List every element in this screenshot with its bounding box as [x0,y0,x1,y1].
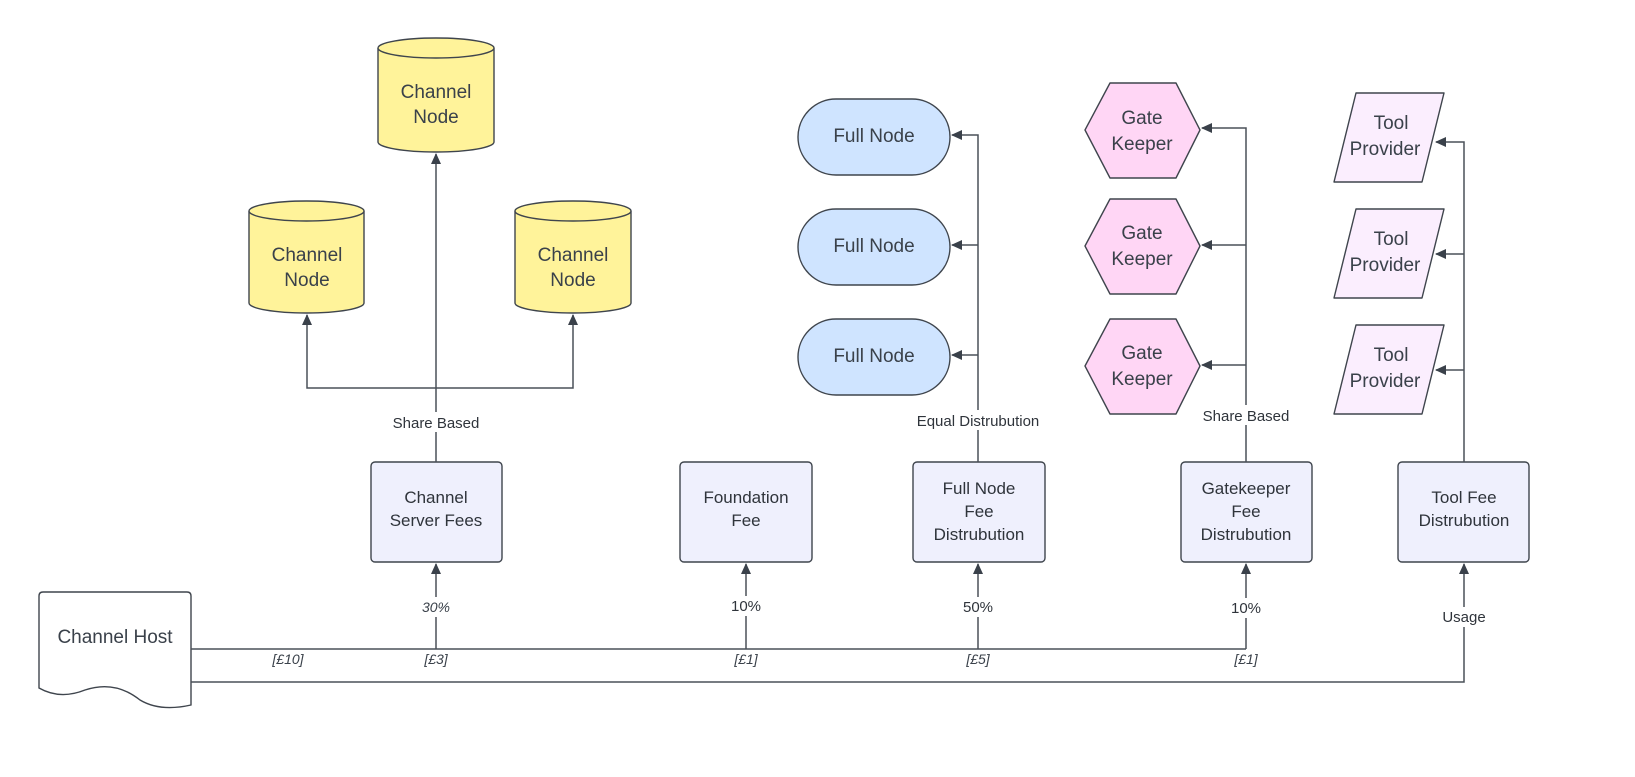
share-based-label: Share Based [1203,408,1290,425]
node-label: Gate [1121,343,1162,364]
box-label: Server Fees [390,511,483,530]
amount-label: [£5] [965,651,990,667]
node-label: Channel Host [57,627,173,648]
foundation-fee-box[interactable]: Foundation Fee [679,461,813,563]
node-label: Full Node [833,236,914,257]
box-label: Full Node [943,479,1016,498]
box-label: Gatekeeper [1202,479,1291,498]
box-label: Fee [1231,502,1260,521]
gate-keeper-2[interactable]: Gate Keeper [1084,198,1201,295]
node-label: Keeper [1111,134,1173,155]
box-label: Fee [964,502,993,521]
amount-label: [£10] [271,651,304,667]
box-label: Fee [731,511,760,530]
percentage-label: 10% [731,598,761,615]
tool-provider-2[interactable]: Tool Provider [1333,208,1445,299]
gatekeeper-fee-box[interactable]: Gatekeeper Fee Distrubution [1180,461,1313,563]
channel-node-right[interactable]: Channel Node [514,200,632,314]
full-node-1[interactable]: Full Node [797,98,951,176]
node-label: Node [550,270,595,291]
node-label: Provider [1350,139,1421,160]
equal-distribution-label: Equal Distrubution [917,413,1040,430]
node-label: Provider [1350,255,1421,276]
tool-fee-box[interactable]: Tool Fee Distrubution [1397,461,1530,563]
usage-arrow [191,563,1469,683]
node-label: Full Node [833,346,914,367]
percentage-label: 50% [963,599,993,616]
amount-label: [£3] [423,651,448,667]
node-label: Tool [1374,345,1409,366]
gate-keeper-3[interactable]: Gate Keeper [1084,318,1201,415]
amount-label: [£1] [1233,651,1258,667]
node-label: Channel [538,245,609,266]
tool-provider-1[interactable]: Tool Provider [1333,92,1445,183]
node-label: Keeper [1111,249,1173,270]
node-label: Node [413,107,458,128]
percentage-label: 30% [422,599,450,615]
box-label: Distrubution [1201,525,1292,544]
arrow-channel-node-left [302,314,436,389]
box-label: Channel [404,488,467,507]
node-label: Node [284,270,329,291]
node-label: Provider [1350,371,1421,392]
gate-keeper-1[interactable]: Gate Keeper [1084,82,1201,179]
channel-server-fees-box[interactable]: Channel Server Fees [370,461,503,563]
arrow-channel-node-right [436,314,578,389]
node-label: Keeper [1111,369,1173,390]
node-label: Channel [272,245,343,266]
amount-label: [£1] [733,651,758,667]
tool-provider-3[interactable]: Tool Provider [1333,324,1445,415]
full-node-fee-box[interactable]: Full Node Fee Distrubution [912,461,1046,563]
node-label: Gate [1121,108,1162,129]
node-label: Full Node [833,126,914,147]
full-node-2[interactable]: Full Node [797,208,951,286]
full-node-3[interactable]: Full Node [797,318,951,396]
percentage-label: 10% [1231,600,1261,617]
box-label: Distrubution [1419,511,1510,530]
fee-distribution-diagram: Channel Node Channel Node Channel Node F… [38,37,1530,709]
box-label: Distrubution [934,525,1025,544]
channel-host[interactable]: Channel Host [38,591,192,709]
usage-label: Usage [1442,609,1485,626]
node-label: Channel [401,82,472,103]
arrow-tool-provider-1 [1435,137,1465,462]
channel-node-top[interactable]: Channel Node [377,37,495,153]
share-based-label: Share Based [393,415,480,432]
box-label: Tool Fee [1431,488,1496,507]
node-label: Tool [1374,229,1409,250]
box-label: Foundation [703,488,788,507]
node-label: Gate [1121,223,1162,244]
node-label: Tool [1374,113,1409,134]
channel-node-left[interactable]: Channel Node [248,200,365,314]
